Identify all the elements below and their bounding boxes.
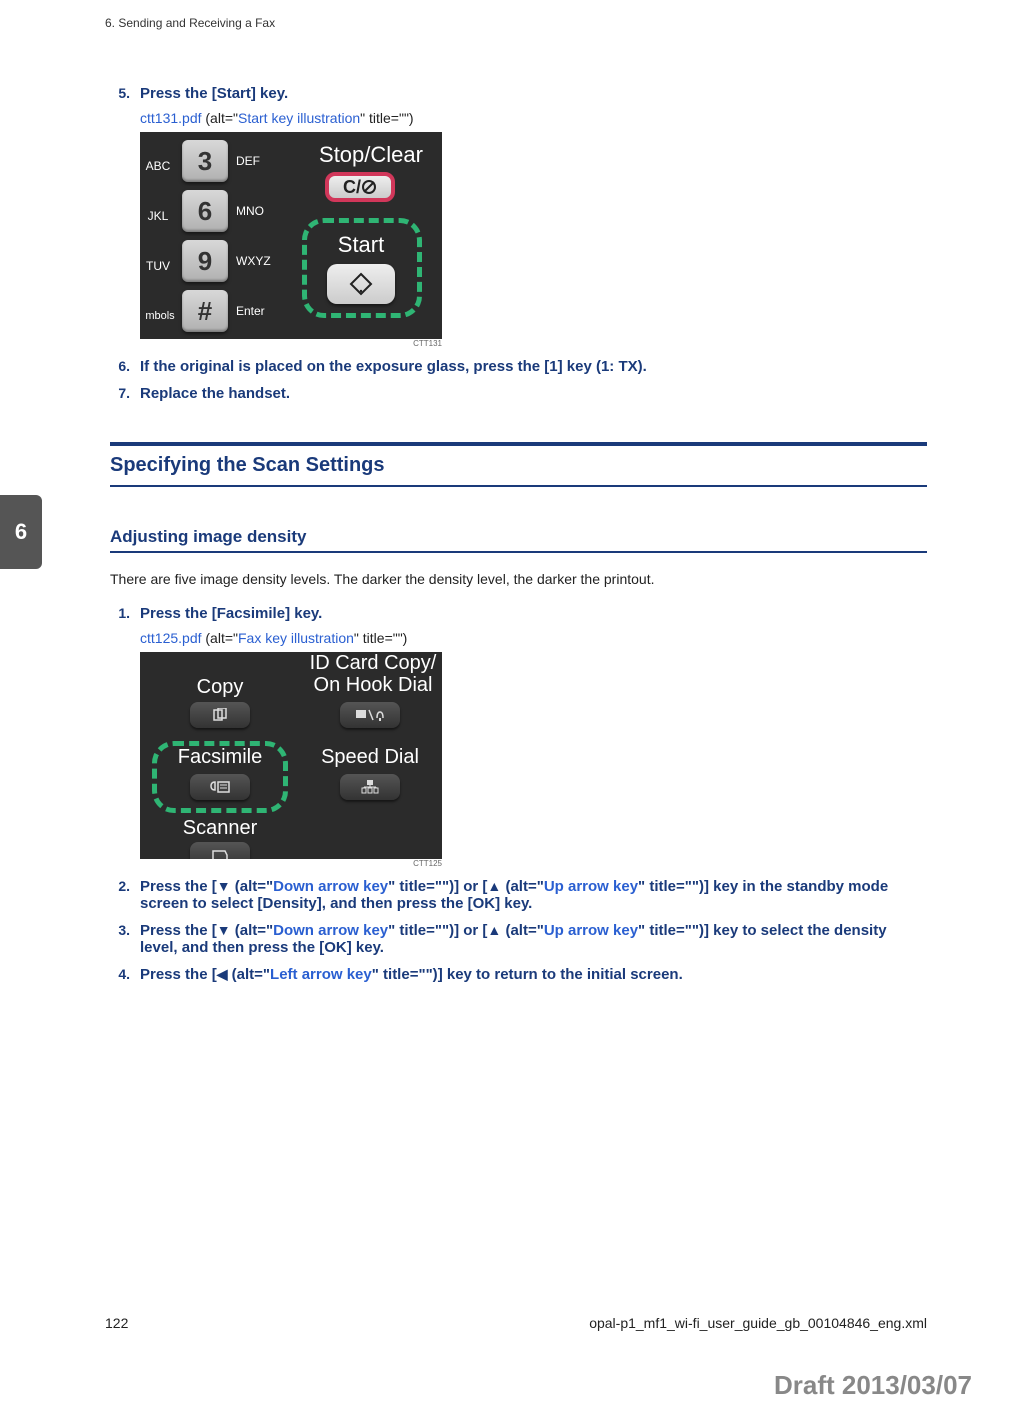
keypad-label-tuv: TUV [140,240,176,291]
step-text: If the original is placed on the exposur… [140,358,927,375]
step-b1: 1. Press the [Facsimile] key. ctt125.pdf… [110,605,927,868]
copy-button[interactable] [190,702,250,728]
step-number: 1. [110,605,140,868]
idcard-label: ID Card Copy/ On Hook Dial [298,652,442,696]
step-b4: 4. Press the [◀ (alt="Left arrow key" ti… [110,966,927,983]
step-b3: 3. Press the [▼ (alt="Down arrow key" ti… [110,922,927,956]
step-text: Press the [▼ (alt="Down arrow key" title… [140,922,927,956]
down-arrow-icon: ▼ [217,878,231,894]
speeddial-icon [360,780,380,794]
stop-icon [361,179,377,195]
facsimile-icon [209,780,231,794]
left-arrow-icon: ◀ [217,966,228,982]
step-number: 5. [110,85,140,348]
page-footer: 122 opal-p1_mf1_wi-fi_user_guide_gb_0010… [105,1315,927,1331]
keypad-label-wxyz: WXYZ [236,254,271,268]
step-text: Press the [Start] key. [140,85,927,102]
key-hash[interactable]: # [182,290,228,332]
idcard-button[interactable] [340,702,400,728]
facsimile-button[interactable] [190,774,250,800]
keypad-label-def: DEF [236,154,260,168]
figure-code: CTT131 [140,339,442,348]
up-arrow-icon: ▲ [487,922,501,938]
pdf-link[interactable]: ctt125.pdf [140,630,202,646]
step-7: 7. Replace the handset. [110,385,927,402]
start-key-illustration: ABC JKL TUV mbols 3 6 9 # DEF MNO WXYZ E… [140,132,442,339]
keypad-label-abc: ABC [140,140,176,191]
scanner-icon [211,849,229,859]
scanner-button[interactable] [190,842,250,859]
subsection-heading: Adjusting image density [110,527,927,553]
step-text: Press the [▼ (alt="Down arrow key" title… [140,878,927,912]
step-text: Press the [Facsimile] key. [140,605,927,622]
keypad-label-enter: Enter [236,304,265,318]
step-text: Replace the handset. [140,385,927,402]
keypad-label-jkl: JKL [140,190,176,241]
alt-text-link[interactable]: Fax key illustration [238,630,354,646]
key-9[interactable]: 9 [182,240,228,282]
step-text: Press the [◀ (alt="Left arrow key" title… [140,966,927,983]
draft-stamp: Draft 2013/03/07 [774,1370,972,1401]
keypad-label-symbols: mbols [140,290,180,339]
up-arrow-icon: ▲ [487,878,501,894]
down-arrow-icon: ▼ [217,922,231,938]
alt-text-link[interactable]: Start key illustration [238,110,360,126]
step-b2: 2. Press the [▼ (alt="Down arrow key" ti… [110,878,927,912]
left-arrow-link[interactable]: Left arrow key [270,966,372,983]
keypad-label-mno: MNO [236,204,264,218]
facsimile-key-illustration: Copy ID Card Copy/ On Hook Dial Facsimil… [140,652,442,859]
step-number: 3. [110,922,140,956]
step-number: 2. [110,878,140,912]
figure-ref: ctt125.pdf (alt="Fax key illustration" t… [140,630,927,646]
speeddial-button[interactable] [340,774,400,800]
figure-ref: ctt131.pdf (alt="Start key illustration"… [140,110,927,126]
start-icon [348,271,374,297]
stopclear-button[interactable]: C/ [325,172,395,202]
key-3[interactable]: 3 [182,140,228,182]
body-paragraph: There are five image density levels. The… [110,571,927,587]
up-arrow-link[interactable]: Up arrow key [544,878,638,895]
start-label: Start [315,232,407,258]
down-arrow-link[interactable]: Down arrow key [273,922,388,939]
page-number: 122 [105,1315,128,1331]
copy-icon [212,708,228,722]
step-5: 5. Press the [Start] key. ctt131.pdf (al… [110,85,927,348]
source-file: opal-p1_mf1_wi-fi_user_guide_gb_00104846… [589,1315,927,1331]
step-6: 6. If the original is placed on the expo… [110,358,927,375]
stopclear-label: Stop/Clear [300,142,442,168]
step-number: 7. [110,385,140,402]
step-number: 6. [110,358,140,375]
section-heading: Specifying the Scan Settings [110,442,927,487]
step-number: 4. [110,966,140,983]
scanner-label: Scanner [150,817,290,840]
facsimile-label: Facsimile [150,746,290,769]
key-6[interactable]: 6 [182,190,228,232]
start-button[interactable] [327,264,395,304]
idcard-icon [355,708,385,722]
speeddial-label: Speed Dial [300,746,440,769]
copy-label: Copy [150,676,290,699]
up-arrow-link[interactable]: Up arrow key [544,922,638,939]
figure-code: CTT125 [140,859,442,868]
pdf-link[interactable]: ctt131.pdf [140,110,202,126]
down-arrow-link[interactable]: Down arrow key [273,878,388,895]
